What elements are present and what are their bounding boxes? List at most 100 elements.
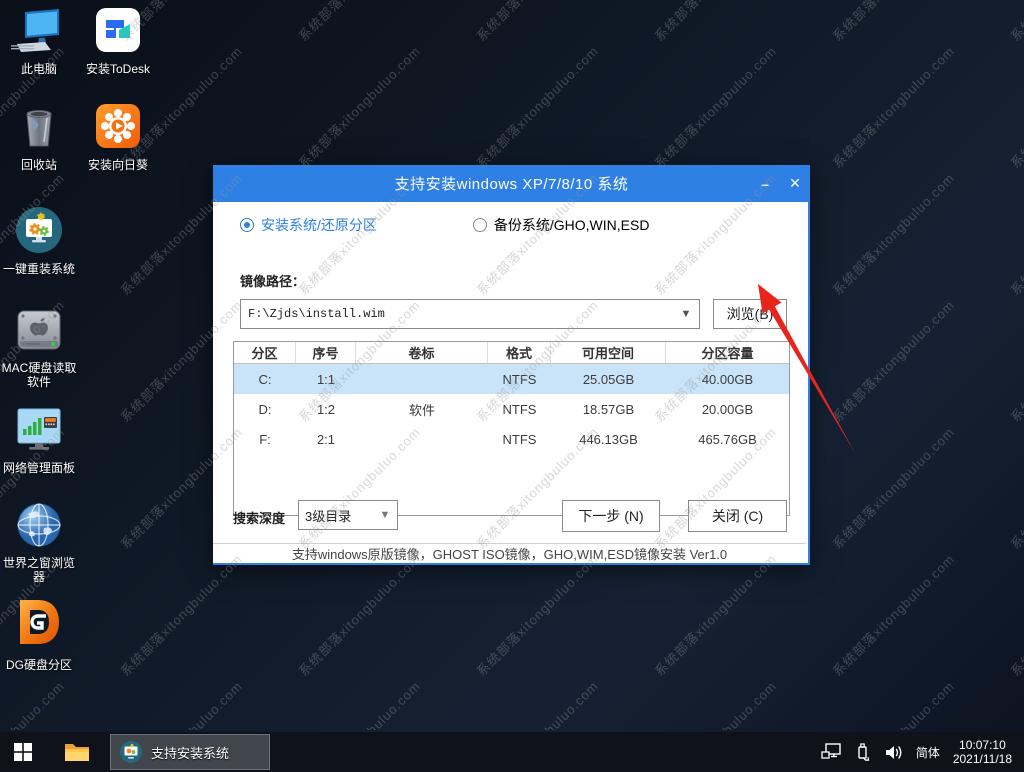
dialog-body: 安装系统/还原分区 备份系统/GHO,WIN,ESD 镜像路径： F:\Zjds…: [213, 202, 806, 563]
table-row-c[interactable]: C: 1:1 NTFS 25.05GB 40.00GB: [234, 364, 789, 394]
table-header-row: 分区 序号 卷标 格式 可用空间 分区容量: [234, 342, 789, 364]
cell-free: 25.05GB: [551, 372, 666, 387]
minimize-button[interactable]: –: [750, 165, 780, 202]
close-window-button[interactable]: ✕: [780, 165, 810, 202]
cell-free: 18.57GB: [551, 402, 666, 417]
sunflower-icon: [92, 100, 144, 150]
radio-install-restore[interactable]: 安装系统/还原分区: [240, 215, 377, 235]
desktop-icon-recycle-bin[interactable]: 回收站: [0, 102, 78, 172]
dialog-status-text: 支持windows原版镜像，GHOST ISO镜像，GHO,WIM,ESD镜像安…: [213, 543, 806, 563]
watermark-text: 系统部落xitongbuluo.com: [828, 41, 959, 172]
watermark-text: 系统部落xitongbuluo.com: [0, 676, 68, 730]
dg-partition-icon: [12, 596, 66, 646]
desktop-icon-todesk[interactable]: 安装ToDesk: [79, 4, 157, 76]
col-header-partition: 分区: [234, 342, 296, 363]
col-header-capacity: 分区容量: [666, 342, 789, 363]
world-browser-icon: [14, 500, 64, 550]
chevron-down-icon[interactable]: ▼: [673, 308, 699, 320]
desktop-icon-mac-disk[interactable]: MAC硬盘读取软件: [0, 305, 78, 389]
one-key-reinstall-icon: [13, 204, 65, 254]
watermark-text: 系统部落xitongbuluo.com: [294, 41, 425, 172]
desktop-icon-dg-partition[interactable]: DG硬盘分区: [0, 596, 78, 672]
desktop-icon-label: 此电脑: [0, 62, 78, 76]
watermark-text: 系统部落xitongbuluo.com: [1006, 0, 1024, 45]
todesk-icon: [92, 4, 144, 54]
ime-indicator[interactable]: 简体: [911, 744, 945, 761]
watermark-text: 系统部落xitongbuluo.com: [650, 0, 781, 45]
browse-button[interactable]: 浏览(B): [713, 299, 787, 329]
dialog-titlebar[interactable]: 支持安装windows XP/7/8/10 系统 – ✕: [213, 165, 810, 202]
desktop: { "watermark": { "text": "系统部落xitongbulu…: [0, 0, 1024, 772]
watermark-text: 系统部落xitongbuluo.com: [1006, 422, 1024, 553]
watermark-text: 系统部落xitongbuluo.com: [828, 0, 959, 45]
desktop-icon-one-key-reinstall[interactable]: 一键重装系统: [0, 204, 78, 276]
cell-partition: D:: [234, 402, 296, 417]
radio-backup-label: 备份系统/GHO,WIN,ESD: [494, 215, 650, 235]
radio-unselected-icon: [473, 218, 487, 232]
desktop-icon-label: MAC硬盘读取软件: [0, 361, 78, 389]
watermark-text: 系统部落xitongbuluo.com: [828, 549, 959, 680]
cell-capacity: 40.00GB: [666, 372, 789, 387]
clock-date: 2021/11/18: [953, 752, 1012, 766]
watermark-text: 系统部落xitongbuluo.com: [828, 295, 959, 426]
col-header-free: 可用空间: [551, 342, 666, 363]
desktop-icon-label: 世界之窗浏览器: [0, 556, 78, 584]
desktop-icon-label: 安装向日葵: [79, 158, 157, 172]
file-explorer-button[interactable]: [54, 732, 100, 772]
taskbar-task-install-system[interactable]: 支持安装系统: [110, 734, 270, 770]
desktop-icon-world-browser[interactable]: 世界之窗浏览器: [0, 500, 78, 584]
this-pc-icon: [11, 6, 67, 56]
watermark-text: 系统部落xitongbuluo.com: [472, 549, 603, 680]
table-row-d[interactable]: D: 1:2 软件 NTFS 18.57GB 20.00GB: [234, 394, 789, 424]
search-depth-label: 搜索深度: [233, 508, 285, 527]
search-depth-combobox[interactable]: 3级目录 ▼: [298, 500, 398, 530]
task-label: 支持安装系统: [151, 743, 229, 762]
system-tray: 简体 10:07:10 2021/11/18: [815, 732, 1024, 772]
network-panel-icon: [13, 405, 65, 455]
taskbar-clock[interactable]: 10:07:10 2021/11/18: [945, 738, 1024, 766]
usb-icon[interactable]: [847, 732, 879, 772]
cell-capacity: 20.00GB: [666, 402, 789, 417]
volume-icon[interactable]: [879, 732, 911, 772]
desktop-icon-network-panel[interactable]: 网络管理面板: [0, 405, 78, 475]
chevron-down-icon: ▼: [373, 509, 397, 521]
desktop-icon-sunflower[interactable]: 安装向日葵: [79, 100, 157, 172]
network-icon[interactable]: [815, 732, 847, 772]
cell-format: NTFS: [488, 402, 551, 417]
install-dialog: 支持安装windows XP/7/8/10 系统 – ✕ 安装系统/还原分区 备…: [213, 165, 810, 565]
watermark-text: 系统部落xitongbuluo.com: [650, 549, 781, 680]
watermark-text: 系统部落xitongbuluo.com: [294, 676, 425, 730]
image-path-label: 镜像路径：: [240, 271, 305, 290]
watermark-text: 系统部落xitongbuluo.com: [472, 676, 603, 730]
image-path-value: F:\Zjds\install.wim: [241, 307, 673, 321]
taskbar: 支持安装系统 简体 10:07:10 2: [0, 732, 1024, 772]
close-button[interactable]: 关闭 (C): [688, 500, 787, 532]
watermark-text: 系统部落xitongbuluo.com: [294, 0, 425, 45]
desktop-icon-label: DG硬盘分区: [0, 658, 78, 672]
cell-capacity: 465.76GB: [666, 432, 789, 447]
cell-format: NTFS: [488, 432, 551, 447]
recycle-bin-icon: [14, 102, 64, 152]
radio-backup[interactable]: 备份系统/GHO,WIN,ESD: [473, 215, 650, 235]
desktop-icon-label: 回收站: [0, 158, 78, 172]
watermark-text: 系统部落xitongbuluo.com: [472, 41, 603, 172]
image-path-combobox[interactable]: F:\Zjds\install.wim ▼: [240, 299, 700, 329]
watermark-text: 系统部落xitongbuluo.com: [1006, 41, 1024, 172]
install-app-icon: [119, 740, 143, 764]
cell-partition: C:: [234, 372, 296, 387]
watermark-text: 系统部落xitongbuluo.com: [116, 549, 247, 680]
col-header-label: 卷标: [356, 342, 488, 363]
next-button[interactable]: 下一步 (N): [562, 500, 660, 532]
desktop-icon-label: 一键重装系统: [0, 262, 78, 276]
radio-install-label: 安装系统/还原分区: [261, 215, 377, 235]
cell-index: 1:1: [296, 372, 356, 387]
desktop-icon-this-pc[interactable]: 此电脑: [0, 6, 78, 76]
watermark-text: 系统部落xitongbuluo.com: [650, 676, 781, 730]
cell-partition: F:: [234, 432, 296, 447]
watermark-text: 系统部落xitongbuluo.com: [1006, 168, 1024, 299]
table-row-f[interactable]: F: 2:1 NTFS 446.13GB 465.76GB: [234, 424, 789, 454]
start-button[interactable]: [0, 732, 46, 772]
watermark-text: 系统部落xitongbuluo.com: [828, 168, 959, 299]
watermark-text: 系统部落xitongbuluo.com: [1006, 295, 1024, 426]
watermark-text: 系统部落xitongbuluo.com: [828, 422, 959, 553]
